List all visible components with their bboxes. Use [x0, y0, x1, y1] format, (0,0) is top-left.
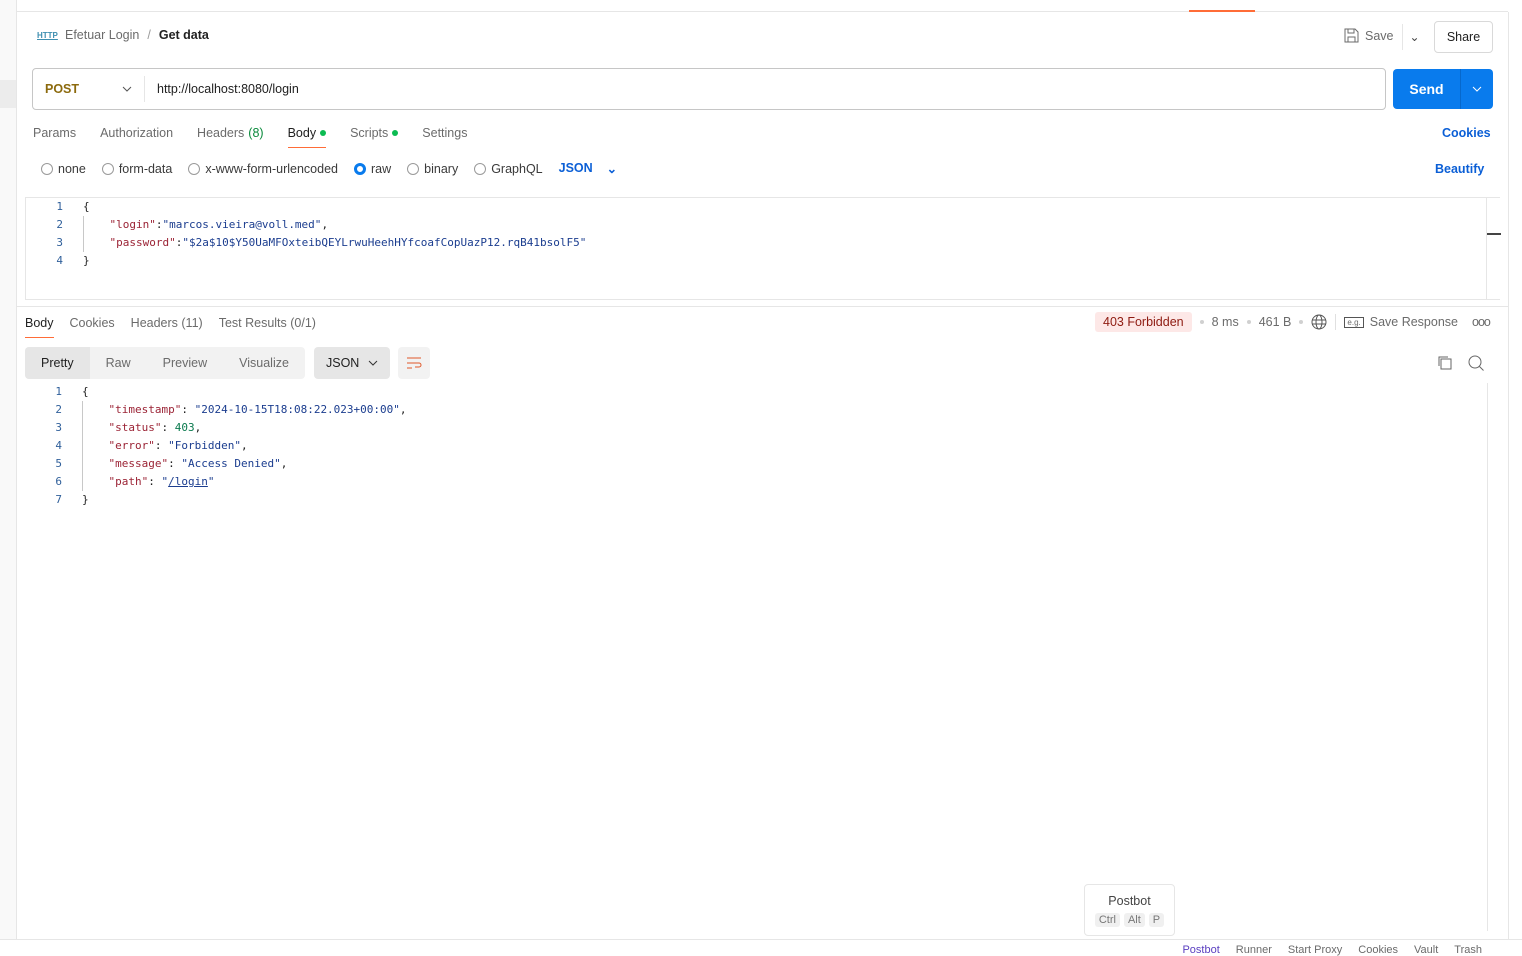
- statusbar-vault[interactable]: Vault: [1414, 944, 1438, 956]
- tab-response-body[interactable]: Body: [25, 316, 54, 338]
- status-dot: [320, 130, 327, 136]
- view-preview[interactable]: Preview: [147, 347, 223, 379]
- breadcrumb-separator: /: [147, 28, 151, 42]
- send-button[interactable]: Send: [1393, 69, 1493, 109]
- statusbar-runner[interactable]: Runner: [1236, 944, 1272, 956]
- url-bar: POST http://localhost:8080/login: [32, 68, 1386, 110]
- save-response-button[interactable]: e.g. Save Response: [1344, 315, 1458, 329]
- chevron-down-icon: ⌄: [1409, 30, 1420, 44]
- status-dot: [392, 130, 399, 136]
- chevron-down-icon: [368, 360, 378, 366]
- wrap-lines-button[interactable]: [398, 347, 430, 379]
- statusbar-cookies[interactable]: Cookies: [1358, 944, 1398, 956]
- beautify-link[interactable]: Beautify: [1435, 162, 1484, 176]
- request-name[interactable]: Get data: [159, 28, 209, 42]
- tab-scripts[interactable]: Scripts: [350, 126, 399, 148]
- radio-raw[interactable]: raw: [354, 162, 391, 176]
- save-icon: [1344, 28, 1359, 43]
- url-input[interactable]: http://localhost:8080/login: [145, 82, 299, 96]
- response-meta: 403 Forbidden 8 ms 461 B e.g. Save Respon…: [1095, 312, 1491, 332]
- right-sidebar-strip: [1508, 12, 1522, 939]
- editor-scrollbar[interactable]: [1486, 198, 1501, 299]
- radio-none[interactable]: none: [41, 162, 86, 176]
- tab-body[interactable]: Body: [287, 126, 327, 148]
- tab-authorization[interactable]: Authorization: [100, 126, 173, 148]
- breadcrumb-parent[interactable]: Efetuar Login: [65, 28, 139, 42]
- breadcrumb: HTTP Efetuar Login / Get data: [37, 28, 209, 42]
- status-badge[interactable]: 403 Forbidden: [1095, 312, 1192, 332]
- response-tabs: Body Cookies Headers (11) Test Results (…: [25, 316, 316, 338]
- save-button[interactable]: Save: [1344, 28, 1394, 43]
- tab-response-headers[interactable]: Headers (11): [131, 316, 203, 338]
- method-select[interactable]: POST: [33, 76, 145, 102]
- tab-test-results[interactable]: Test Results (0/1): [219, 316, 316, 338]
- tab-params[interactable]: Params: [33, 126, 76, 148]
- more-options-icon[interactable]: ooo: [1472, 315, 1491, 329]
- statusbar-trash[interactable]: Trash: [1454, 944, 1482, 956]
- radio-graphql[interactable]: GraphQL: [474, 162, 543, 176]
- request-tabs: Params Authorization Headers (8) Body Scr…: [33, 126, 467, 148]
- request-body-editor[interactable]: 1{ 2 "login":"marcos.vieira@voll.med", 3…: [25, 197, 1501, 300]
- tab-headers[interactable]: Headers (8): [197, 126, 264, 148]
- response-size[interactable]: 461 B: [1259, 315, 1292, 329]
- send-label[interactable]: Send: [1393, 69, 1461, 109]
- postbot-popup[interactable]: Postbot Ctrl Alt P: [1084, 884, 1175, 936]
- shortcut-key: Alt: [1123, 913, 1145, 927]
- path-link[interactable]: /login: [168, 475, 208, 488]
- http-icon: HTTP: [37, 30, 58, 40]
- body-type-radios: none form-data x-www-form-urlencoded raw…: [41, 161, 617, 176]
- chevron-down-icon: ⌄: [606, 162, 618, 176]
- top-tab-bar: [17, 0, 1508, 12]
- save-label: Save: [1365, 28, 1394, 43]
- statusbar-start-proxy[interactable]: Start Proxy: [1288, 944, 1342, 956]
- shortcut-key: Ctrl: [1094, 913, 1120, 927]
- send-dropdown[interactable]: [1461, 69, 1493, 109]
- response-body[interactable]: 1{ 2 "timestamp": "2024-10-15T18:08:22.0…: [25, 383, 1485, 509]
- status-bar: Postbot Runner Start Proxy Cookies Vault…: [0, 939, 1522, 956]
- wrap-icon: [407, 357, 422, 369]
- chevron-down-icon: [1472, 86, 1482, 92]
- example-icon: e.g.: [1344, 316, 1364, 328]
- search-icon[interactable]: [1468, 355, 1485, 372]
- tab-settings[interactable]: Settings: [422, 126, 467, 148]
- response-time[interactable]: 8 ms: [1212, 315, 1239, 329]
- response-scrollbar[interactable]: [1487, 383, 1488, 931]
- cookies-link[interactable]: Cookies: [1442, 126, 1491, 140]
- view-visualize[interactable]: Visualize: [223, 347, 305, 379]
- radio-form-data[interactable]: form-data: [101, 162, 172, 176]
- left-sidebar-strip: [0, 0, 17, 954]
- body-format-select[interactable]: JSON ⌄: [559, 161, 618, 176]
- divider: [17, 306, 1508, 307]
- copy-icon[interactable]: [1437, 355, 1453, 371]
- response-format-select[interactable]: JSON: [314, 347, 390, 379]
- chevron-down-icon: [122, 86, 132, 92]
- view-mode-group: Pretty Raw Preview Visualize: [25, 347, 305, 379]
- save-dropdown[interactable]: ⌄: [1402, 24, 1426, 50]
- view-raw[interactable]: Raw: [90, 347, 147, 379]
- share-button[interactable]: Share: [1434, 21, 1493, 53]
- radio-urlencoded[interactable]: x-www-form-urlencoded: [188, 162, 338, 176]
- postbot-title: Postbot: [1108, 894, 1151, 908]
- statusbar-postbot[interactable]: Postbot: [1182, 944, 1219, 956]
- shortcut-key: P: [1148, 913, 1165, 927]
- radio-binary[interactable]: binary: [407, 162, 458, 176]
- globe-icon[interactable]: [1311, 314, 1327, 330]
- active-tab-indicator: [1189, 10, 1255, 12]
- tab-response-cookies[interactable]: Cookies: [70, 316, 115, 338]
- view-pretty[interactable]: Pretty: [25, 347, 90, 379]
